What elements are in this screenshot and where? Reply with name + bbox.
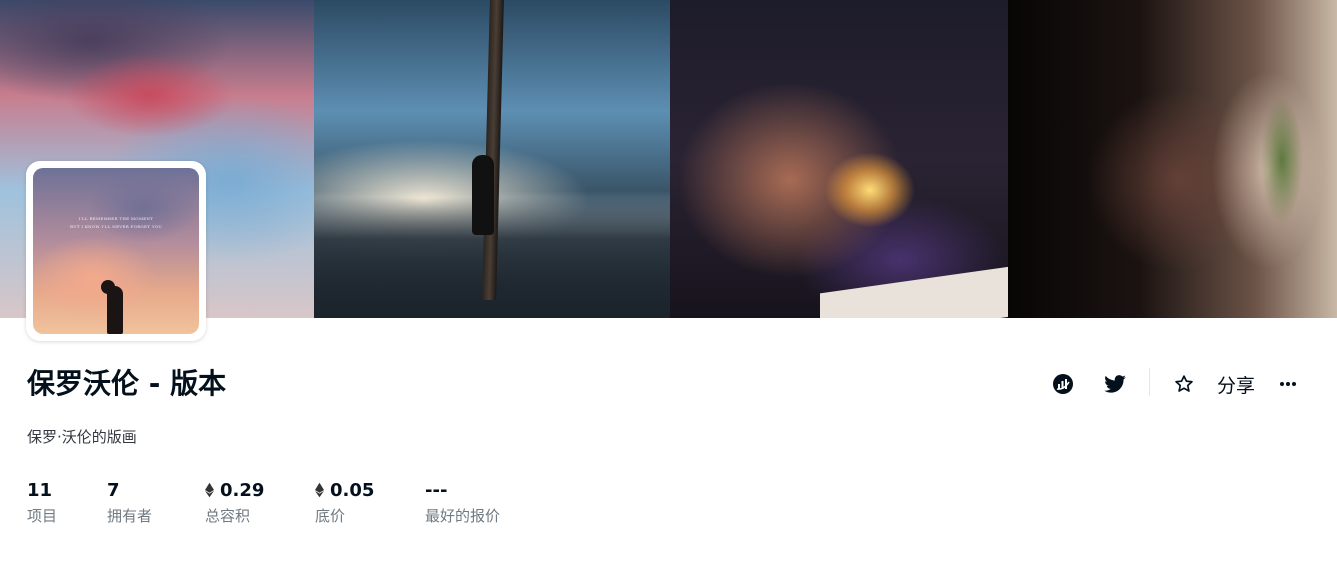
banner-image-4 (1008, 0, 1337, 318)
stat-best-offer[interactable]: --- 最好的报价 (425, 478, 500, 526)
avatar-text-line-1: I'LL REMEMBER THE MOMENT (78, 216, 154, 221)
stat-owners-value: 7 (107, 479, 120, 501)
twitter-link-button[interactable] (1102, 368, 1128, 400)
stat-items-value: 11 (27, 479, 53, 501)
chart-logo-icon (1053, 374, 1073, 394)
avatar-silhouette (101, 280, 123, 334)
stat-floor-price[interactable]: 0.05 底价 (315, 478, 374, 526)
plant-leaves (1247, 60, 1317, 260)
standing-figure (472, 155, 494, 235)
actions-divider (1149, 368, 1150, 396)
avatar-text-line-2: BUT I KNOW I'LL NEVER FORGET YOU (69, 224, 163, 229)
stat-owners-label: 拥有者 (107, 507, 153, 525)
star-icon (1175, 375, 1193, 392)
ethereum-icon (315, 482, 324, 498)
wooden-pole (482, 0, 504, 300)
collection-actions: 分享 (1040, 368, 1310, 400)
website-link-button[interactable] (1050, 368, 1076, 400)
stat-items[interactable]: 11 项目 (27, 478, 57, 526)
stat-floor-price-label: 底价 (315, 507, 346, 525)
banner-image-3 (670, 0, 1008, 318)
book-pages (820, 266, 1008, 318)
stat-total-volume-value: 0.29 (220, 479, 265, 501)
collection-avatar[interactable]: I'LL REMEMBER THE MOMENT BUT I KNOW I'LL… (26, 161, 206, 341)
stat-total-volume[interactable]: 0.29 总容积 (205, 478, 264, 526)
twitter-icon (1104, 375, 1126, 393)
avatar-image: I'LL REMEMBER THE MOMENT BUT I KNOW I'LL… (33, 168, 199, 334)
share-button[interactable]: 分享 (1214, 368, 1258, 400)
favorite-button[interactable] (1172, 368, 1196, 400)
collection-description: 保罗·沃伦的版画 (27, 428, 137, 446)
more-dots-icon (1280, 382, 1296, 386)
stat-best-offer-value: --- (425, 479, 448, 501)
stat-total-volume-label: 总容积 (205, 507, 251, 525)
banner-image-2 (314, 0, 670, 318)
ethereum-icon (205, 482, 214, 498)
share-label: 分享 (1216, 374, 1255, 397)
stat-items-label: 项目 (27, 507, 58, 525)
stat-best-offer-label: 最好的报价 (425, 507, 501, 525)
more-options-button[interactable] (1276, 368, 1300, 400)
collection-title: 保罗沃伦 - 版本 (27, 367, 227, 400)
stat-owners[interactable]: 7 拥有者 (107, 478, 152, 526)
stat-floor-price-value: 0.05 (330, 479, 375, 501)
